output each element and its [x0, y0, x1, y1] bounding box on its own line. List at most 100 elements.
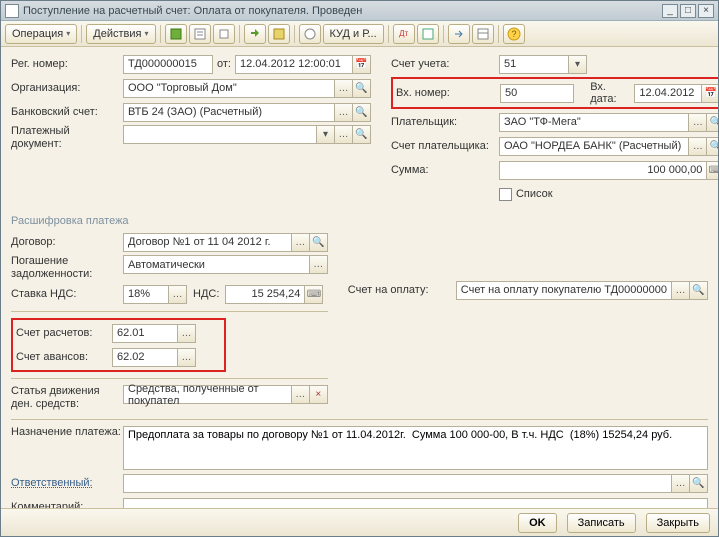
separator — [443, 25, 444, 43]
help-icon: ? — [507, 27, 521, 41]
lookup-icon[interactable]: 🔍 — [353, 79, 371, 98]
in-no-label: Вх. номер: — [396, 87, 500, 99]
lookup-icon[interactable]: 🔍 — [690, 281, 708, 300]
responsible-label[interactable]: Ответственный: — [11, 477, 123, 489]
responsible-field[interactable] — [123, 474, 672, 493]
window-title: Поступление на расчетный счет: Оплата от… — [23, 5, 660, 17]
sum-field[interactable]: 100 000,00 — [499, 161, 707, 180]
bank-label: Банковский счет: — [11, 106, 123, 118]
write-button[interactable]: Записать — [567, 513, 636, 533]
clear-icon[interactable]: × — [310, 385, 328, 404]
toolbar-btn-1[interactable] — [165, 24, 187, 44]
vat-rate-field[interactable]: 18% — [123, 285, 169, 304]
dropdown-button[interactable]: ▾ — [569, 55, 587, 74]
toolbar-btn-10[interactable] — [472, 24, 494, 44]
lookup-icon[interactable]: 🔍 — [353, 103, 371, 122]
ellipsis-button[interactable]: … — [689, 137, 707, 156]
ellipsis-button[interactable]: … — [169, 285, 187, 304]
toolbar-btn-5[interactable] — [268, 24, 290, 44]
flow-label: Статья движения ден. средств: — [11, 385, 123, 411]
lookup-icon[interactable]: 🔍 — [690, 474, 708, 493]
repay-field[interactable]: Автоматически — [123, 255, 310, 274]
calendar-icon[interactable]: 📅 — [702, 84, 718, 103]
reg-no-field[interactable]: ТД000000015 — [123, 55, 213, 74]
close-button[interactable]: Закрыть — [646, 513, 710, 533]
dropdown-button[interactable]: ▾ — [317, 125, 335, 144]
close-window-button[interactable]: × — [698, 4, 714, 18]
right-column: Счет учета: 51 ▾ Вх. номер: 50 Вх. дата:… — [391, 53, 718, 207]
ellipsis-button[interactable]: … — [335, 79, 353, 98]
calculator-icon[interactable]: ⌨ — [305, 285, 323, 304]
lookup-icon[interactable]: 🔍 — [707, 113, 718, 132]
acc-settle-field[interactable]: 62.01 — [112, 324, 178, 343]
toolbar-btn-3[interactable] — [213, 24, 235, 44]
kudir-button[interactable]: КУД и Р... — [323, 24, 384, 44]
ellipsis-button[interactable]: … — [310, 255, 328, 274]
toolbar-btn-9[interactable] — [448, 24, 470, 44]
toolbar-btn-6[interactable] — [299, 24, 321, 44]
ellipsis-button[interactable]: … — [292, 233, 310, 252]
divider — [11, 311, 328, 312]
payer-acc-field[interactable]: ОАО "НОРДЕА БАНК" (Расчетный) — [499, 137, 689, 156]
paydoc-field[interactable] — [123, 125, 317, 144]
decode-title: Расшифровка платежа — [11, 215, 708, 227]
help-button[interactable]: ? — [503, 24, 525, 44]
toolbar-btn-4[interactable] — [244, 24, 266, 44]
lookup-icon[interactable]: 🔍 — [353, 125, 371, 144]
ellipsis-button[interactable]: … — [672, 474, 690, 493]
payer-label: Плательщик: — [391, 116, 499, 128]
contract-field[interactable]: Договор №1 от 11 04 2012 г. — [123, 233, 292, 252]
vat-field[interactable]: 15 254,24 — [225, 285, 305, 304]
ok-button[interactable]: OK — [518, 513, 557, 533]
payer-field[interactable]: ЗАО "ТФ-Мега" — [499, 113, 689, 132]
ellipsis-button[interactable]: … — [178, 348, 196, 367]
ellipsis-button[interactable]: … — [335, 125, 353, 144]
minimize-button[interactable]: _ — [662, 4, 678, 18]
separator — [388, 25, 389, 43]
toolbar-btn-2[interactable] — [189, 24, 211, 44]
form-body: Рег. номер: ТД000000015 от: 12.04.2012 1… — [1, 47, 718, 508]
actions-menu[interactable]: Действия ▾ — [86, 24, 155, 44]
vat-label: НДС: — [193, 288, 219, 300]
actions-label: Действия — [93, 28, 141, 40]
separator — [498, 25, 499, 43]
flow-field[interactable]: Средства, полученные от покупател — [123, 385, 292, 404]
calculator-icon[interactable]: ⌨ — [707, 161, 718, 180]
lookup-icon[interactable]: 🔍 — [707, 137, 718, 156]
goto-icon — [452, 27, 466, 41]
in-no-field[interactable]: 50 — [500, 84, 574, 103]
purpose-textarea[interactable] — [123, 426, 708, 470]
toolbar: Операция ▾ Действия ▾ КУД и Р... Дт ? — [1, 21, 718, 47]
invoice-field[interactable]: Счет на оплату покупателю ТД00000000 — [456, 281, 672, 300]
separator — [160, 25, 161, 43]
ellipsis-button[interactable]: … — [178, 324, 196, 343]
purpose-label: Назначение платежа: — [11, 426, 123, 439]
calendar-icon[interactable]: 📅 — [353, 55, 371, 74]
ellipsis-button[interactable]: … — [292, 385, 310, 404]
copy-icon — [217, 27, 231, 41]
ellipsis-button[interactable]: … — [689, 113, 707, 132]
divider — [11, 378, 328, 379]
comment-input[interactable] — [123, 498, 708, 509]
acc-adv-field[interactable]: 62.02 — [112, 348, 178, 367]
lookup-icon[interactable]: 🔍 — [310, 233, 328, 252]
org-field[interactable]: ООО "Торговый Дом" — [123, 79, 335, 98]
acc-adv-label: Счет авансов: — [16, 351, 112, 363]
separator — [81, 25, 82, 43]
toolbar-btn-8[interactable] — [417, 24, 439, 44]
comment-label: Комментарий: — [11, 501, 123, 508]
from-date-field[interactable]: 12.04.2012 12:00:01 — [235, 55, 353, 74]
maximize-button[interactable]: □ — [680, 4, 696, 18]
account-label: Счет учета: — [391, 58, 499, 70]
ellipsis-button[interactable]: … — [335, 103, 353, 122]
ellipsis-button[interactable]: … — [672, 281, 690, 300]
payer-acc-label: Счет плательщика: — [391, 140, 499, 152]
toolbar-btn-7[interactable]: Дт — [393, 24, 415, 44]
in-date-field[interactable]: 12.04.2012 — [634, 84, 702, 103]
operation-menu[interactable]: Операция ▾ — [5, 24, 77, 44]
account-field[interactable]: 51 — [499, 55, 569, 74]
caret-icon: ▾ — [145, 29, 149, 38]
separator — [239, 25, 240, 43]
bank-field[interactable]: ВТБ 24 (ЗАО) (Расчетный) — [123, 103, 335, 122]
list-checkbox[interactable] — [499, 188, 512, 201]
